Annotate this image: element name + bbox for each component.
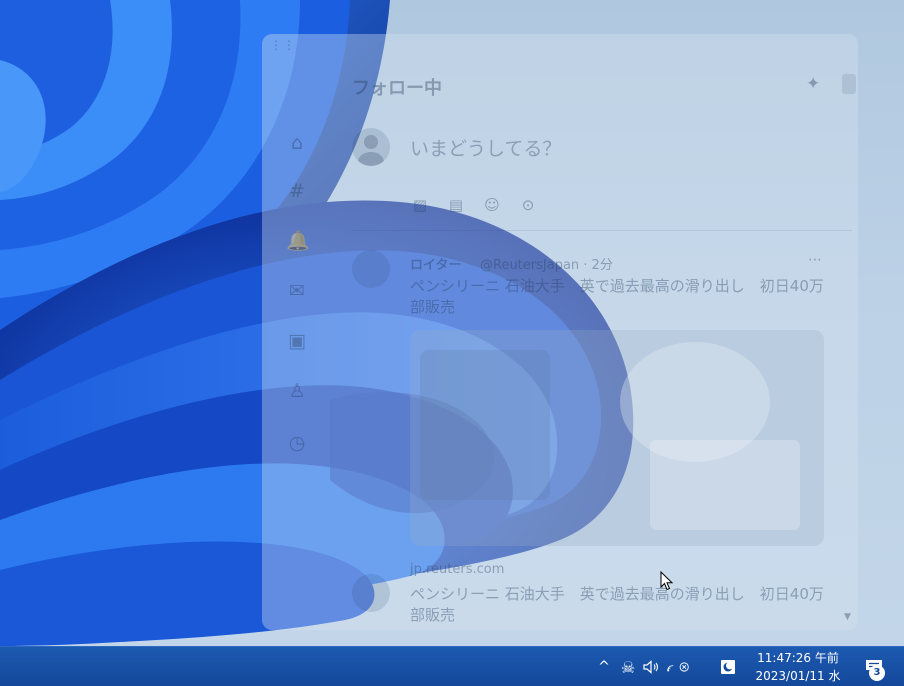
network-button[interactable]: [667, 647, 689, 686]
scroll-down-icon[interactable]: ▼: [844, 612, 851, 622]
clock-time: 11:47:26 午前: [757, 651, 839, 665]
chevron-up-icon: ^: [598, 659, 610, 675]
tweet-avatar[interactable]: [352, 250, 390, 288]
home-icon[interactable]: ⌂: [286, 132, 308, 154]
bookmark-icon[interactable]: ▣: [286, 330, 308, 352]
wifi-icon: [667, 662, 689, 672]
taskbar: ^ ☠ 11:47:26 午前 2023/01/11 水: [0, 646, 904, 686]
mail-icon[interactable]: ✉: [286, 280, 308, 302]
clock[interactable]: 11:47:26 午前 2023/01/11 水: [748, 649, 848, 685]
image-icon[interactable]: ▨: [410, 196, 430, 216]
location-icon[interactable]: ⊙: [518, 196, 538, 216]
battery-button[interactable]: [719, 647, 737, 686]
compose-input[interactable]: [410, 134, 810, 164]
tweet-media[interactable]: [410, 330, 824, 546]
tweet-handle: @ReutersJapan · 2分: [480, 258, 613, 273]
bell-icon[interactable]: 🔔: [286, 230, 310, 252]
desktop: ⋮⋮ フォロー中 ✦ ⌂ # 🔔 ✉ ▣ ♙ ◷ ▨ ▤ ☺ ⊙ ロイター @R…: [0, 0, 904, 646]
tweet-text: ペンシリーニ 石油大手 英で過去最高の滑り出し 初日40万部販売: [410, 277, 824, 316]
speaker-icon: [643, 660, 659, 674]
explore-icon[interactable]: #: [286, 180, 308, 202]
emoji-icon[interactable]: ☺: [482, 196, 502, 216]
tray-overflow-button[interactable]: ^: [596, 647, 612, 686]
tweet-avatar[interactable]: [352, 574, 390, 612]
app-window[interactable]: ⋮⋮ フォロー中 ✦ ⌂ # 🔔 ✉ ▣ ♙ ◷ ▨ ▤ ☺ ⊙ ロイター @R…: [262, 34, 858, 630]
gif-icon[interactable]: ▤: [446, 196, 466, 216]
avatar[interactable]: [352, 128, 390, 166]
page-title: フォロー中: [352, 78, 442, 99]
sparkle-icon[interactable]: ✦: [806, 74, 820, 94]
volume-button[interactable]: [641, 647, 663, 686]
more-options-icon[interactable]: ⋯: [808, 252, 822, 268]
skull-icon: ☠: [620, 657, 636, 677]
tweet-author[interactable]: ロイター: [410, 254, 461, 273]
divider: [352, 230, 852, 231]
more-icon[interactable]: ◷: [286, 432, 308, 454]
notification-badge: 3: [869, 665, 885, 681]
tweet-text: ペンシリーニ 石油大手 英で過去最高の滑り出し 初日40万部販売: [410, 585, 824, 624]
window-edge-button[interactable]: [842, 74, 856, 94]
window-grip-icon[interactable]: ⋮⋮: [270, 38, 296, 52]
clock-date: 2023/01/11 水: [755, 669, 841, 683]
tray-app-button[interactable]: ☠: [618, 647, 638, 686]
mouse-cursor-icon: [660, 571, 674, 591]
moon-icon: [721, 660, 735, 674]
profile-icon[interactable]: ♙: [286, 380, 308, 402]
tweet-link[interactable]: jp.reuters.com: [410, 562, 504, 577]
